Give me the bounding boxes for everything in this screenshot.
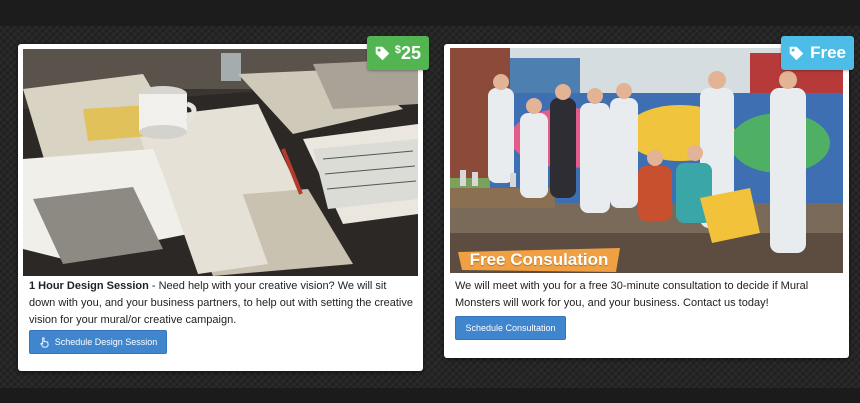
bottom-band <box>0 388 860 403</box>
free-consultation-photo: Free Consulation <box>450 48 843 273</box>
top-band <box>0 0 860 26</box>
free-badge-text: Free <box>810 43 846 62</box>
schedule-design-session-button[interactable]: Schedule Design Session <box>29 330 167 354</box>
design-session-card: $ 25 1 Hour Design Session - Need help w… <box>18 36 429 371</box>
design-session-photo <box>23 49 418 276</box>
hand-pointer-icon <box>39 336 49 348</box>
free-badge: Free <box>781 36 854 70</box>
tag-icon <box>375 46 390 60</box>
price-badge: $ 25 <box>366 36 429 70</box>
design-session-title: 1 Hour Design Session <box>29 280 149 292</box>
free-consultation-overlay-text: Free Consulation <box>469 250 609 269</box>
free-consultation-overlay: Free Consulation <box>458 248 620 272</box>
tag-icon <box>789 46 804 60</box>
free-consultation-description: We will meet with you for a free 30-minu… <box>455 280 809 309</box>
price-amount: 25 <box>400 42 421 63</box>
schedule-consultation-button[interactable]: Schedule Consultation <box>455 316 566 340</box>
schedule-consultation-label: Schedule Consultation <box>465 323 556 333</box>
design-session-description: 1 Hour Design Session - Need help with y… <box>29 278 414 329</box>
schedule-design-session-label: Schedule Design Session <box>54 337 158 347</box>
free-consultation-card: Free Consulation Free We will meet with … <box>444 36 854 358</box>
